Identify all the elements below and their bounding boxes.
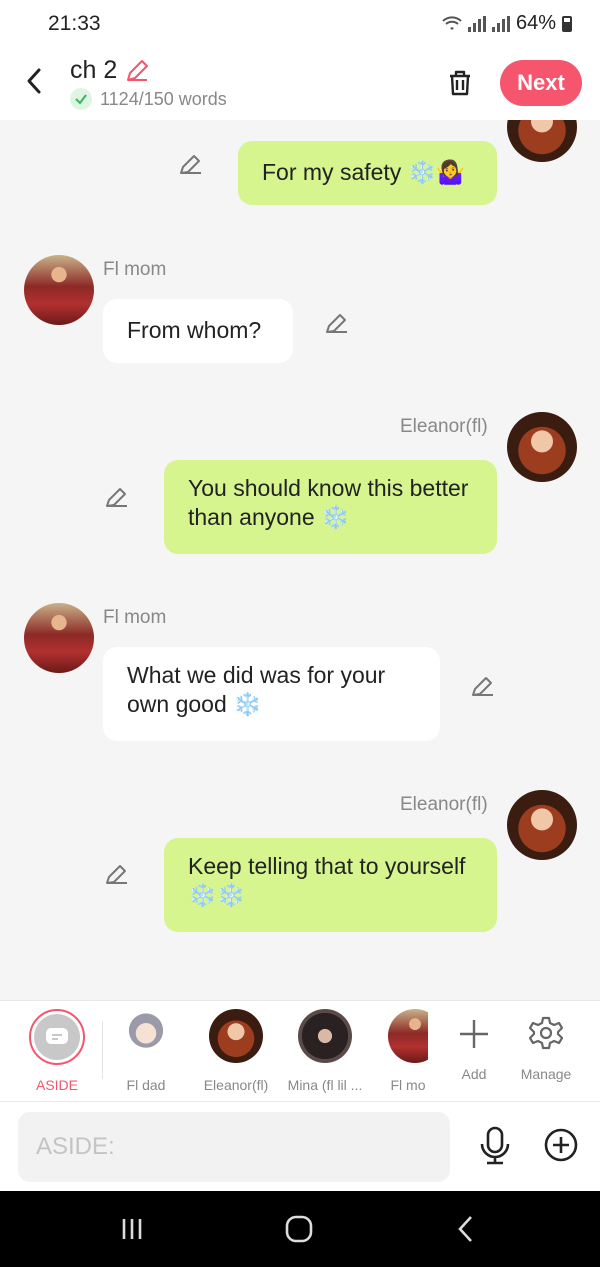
back-button[interactable] [446,1211,486,1247]
gear-icon[interactable] [528,1015,564,1051]
character-label: Eleanor(fl) [203,1077,269,1093]
edit-icon[interactable] [104,861,130,887]
chapter-title[interactable]: ch 2 [70,56,151,85]
eleanor-avatar[interactable] [507,412,577,482]
home-button[interactable] [279,1211,319,1247]
sender-name: Fl mom [103,259,167,280]
trash-icon[interactable] [444,66,476,98]
back-arrow-icon[interactable] [20,66,50,96]
add-circle-icon[interactable] [544,1128,578,1162]
eleanor-avatar[interactable] [507,120,577,162]
word-count: 1124/150 words [70,88,227,110]
input-bar [0,1102,600,1191]
fl-mom-avatar[interactable] [24,603,94,673]
divider [102,1021,103,1079]
sender-name: Fl mom [103,607,167,628]
system-nav-bar [0,1191,600,1267]
signal-icon [467,15,486,32]
character-label: Mina (fl lil ... [287,1077,363,1093]
message-bubble[interactable]: What we did was for your own good ❄️ [103,647,440,741]
manage-button[interactable]: Manage [506,1009,586,1082]
status-indicators: 64% [442,12,572,35]
message-bubble[interactable]: You should know this better than anyone … [164,460,497,554]
check-icon [70,88,92,110]
pencil-icon[interactable] [123,57,151,85]
word-count-text: 1124/150 words [100,88,227,109]
message-bubble[interactable]: Keep telling that to yourself ❄️❄️ [164,838,497,932]
character-label: Fl dad [126,1077,166,1093]
next-button[interactable]: Next [500,60,582,106]
character-label: ASIDE [35,1077,78,1093]
recent-apps-icon [122,1219,142,1239]
character-aside[interactable]: ASIDE [17,1009,97,1093]
edit-icon[interactable] [104,484,130,510]
battery-icon [562,15,572,32]
character-label: Add [461,1066,487,1082]
chapter-title-text: ch 2 [70,56,118,84]
sender-name: Eleanor(fl) [400,416,488,437]
status-bar: 21:33 64% [0,0,600,48]
wifi-icon [442,15,462,30]
recent-apps-button[interactable] [112,1211,152,1247]
home-icon [285,1215,313,1243]
aside-icon[interactable] [29,1009,85,1065]
status-time: 21:33 [48,12,101,35]
edit-icon[interactable] [324,310,350,336]
chat-area[interactable]: For my safety ❄️🤷‍♀️ Fl mom From whom? E… [0,120,600,1000]
eleanor-avatar[interactable] [507,790,577,860]
character-mina[interactable]: Mina (fl lil ... [285,1009,365,1093]
character-strip: ASIDE Fl dad Eleanor(fl) Mina (fl lil ..… [0,1000,600,1102]
character-fl-dad[interactable]: Fl dad [106,1009,186,1093]
mina-avatar[interactable] [298,1009,352,1063]
character-eleanor[interactable]: Eleanor(fl) [196,1009,276,1093]
signal-icon [491,15,510,32]
fl-dad-avatar[interactable] [119,1009,173,1063]
character-label: Manage [520,1066,572,1082]
battery-percent: 64% [515,12,556,34]
plus-icon[interactable] [457,1017,491,1051]
header: ch 2 1124/150 words Next [0,48,600,120]
add-character-button[interactable]: Add [434,1009,514,1082]
back-icon [458,1216,472,1242]
edit-icon[interactable] [470,673,496,699]
edit-icon[interactable] [178,151,204,177]
message-bubble[interactable]: For my safety ❄️🤷‍♀️ [238,141,497,205]
fl-mom-avatar[interactable] [388,1009,428,1063]
fl-mom-avatar[interactable] [24,255,94,325]
eleanor-avatar[interactable] [209,1009,263,1063]
sender-name: Eleanor(fl) [400,794,488,815]
aside-input[interactable] [18,1112,450,1182]
microphone-icon[interactable] [478,1126,512,1166]
message-bubble[interactable]: From whom? [103,299,293,363]
